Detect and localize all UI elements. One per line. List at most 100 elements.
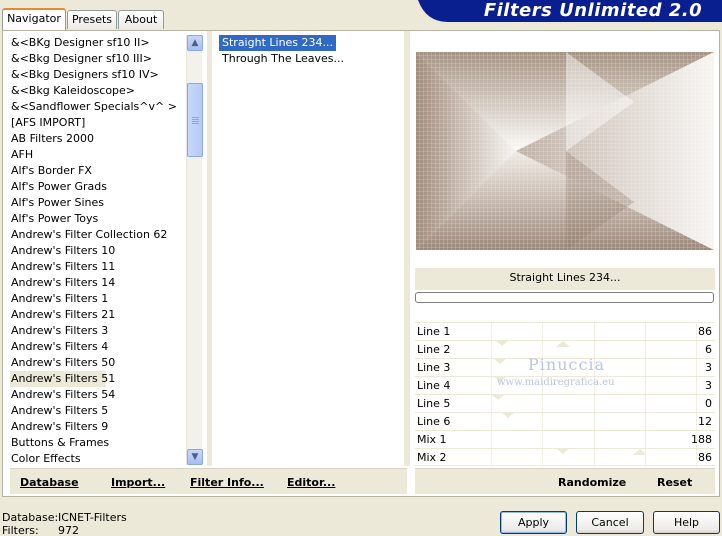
database-button[interactable]: Database	[20, 476, 79, 489]
param-value[interactable]: 188	[691, 433, 712, 446]
category-item[interactable]: Andrew's Filter Collection 62	[10, 227, 182, 243]
category-scrollbar[interactable]: ▲ ▼	[186, 35, 203, 465]
param-value[interactable]: 3	[705, 379, 712, 392]
slider-thumb[interactable]	[501, 412, 515, 418]
category-item[interactable]: Andrew's Filters 14	[10, 275, 182, 291]
slider-tick	[645, 449, 646, 467]
slider-tick	[594, 395, 595, 413]
param-row: Line 6 12	[415, 412, 715, 431]
cancel-button[interactable]: Cancel	[576, 511, 644, 534]
param-value[interactable]: 6	[705, 343, 712, 356]
param-slider[interactable]	[491, 323, 697, 347]
preview-actions-bar: Randomize Reset	[415, 468, 715, 494]
filter-list[interactable]: Straight Lines 234... Through The Leaves.…	[219, 35, 399, 67]
database-value: ICNET-Filters	[58, 511, 127, 524]
scroll-up-arrow-icon[interactable]: ▲	[187, 35, 203, 51]
param-value[interactable]: 0	[705, 397, 712, 410]
slider-tick	[542, 449, 543, 467]
editor-button[interactable]: Editor...	[287, 476, 335, 489]
current-filter-name: Straight Lines 234...	[509, 271, 621, 284]
category-item[interactable]: Andrew's Filters 9	[10, 419, 182, 435]
category-item[interactable]: &<Bkg Designer sf10 III>	[10, 51, 182, 67]
filter-row: Through The Leaves...	[219, 51, 399, 67]
tab-about[interactable]: About	[118, 10, 164, 29]
slider-tick	[491, 413, 492, 431]
scroll-down-arrow-icon[interactable]: ▼	[187, 449, 203, 465]
param-value[interactable]: 86	[698, 325, 712, 338]
param-label: Line 5	[417, 397, 451, 410]
param-slider[interactable]	[491, 412, 697, 431]
slider-thumb[interactable]	[556, 448, 570, 454]
param-label: Line 3	[417, 361, 451, 374]
slider-tick	[542, 395, 543, 413]
param-label: Mix 1	[417, 433, 447, 446]
slider-tick	[542, 323, 543, 341]
slider-thumb[interactable]	[491, 394, 505, 400]
slider-tick	[645, 395, 646, 413]
category-item[interactable]: Andrew's Filters 54	[10, 387, 182, 403]
param-row: Line 5 0	[415, 394, 715, 413]
slider-tick	[645, 341, 646, 359]
category-item[interactable]: &<Bkg Kaleidoscope>	[10, 83, 182, 99]
category-item[interactable]: [AFS IMPORT]	[10, 115, 182, 131]
category-item[interactable]: Andrew's Filters 3	[10, 323, 182, 339]
slider-tick	[645, 377, 646, 395]
slider-tick	[645, 323, 646, 341]
category-item[interactable]: Andrew's Filters 5	[10, 403, 182, 419]
slider-tick	[696, 395, 697, 413]
title-banner: Filters Unlimited 2.0	[418, 0, 722, 22]
param-value[interactable]: 3	[705, 361, 712, 374]
parameter-sliders: Line 1 86 Line 2 6 Line 3 3 Line 4 3 Line 5 0 Line…	[415, 322, 715, 467]
param-slider[interactable]	[491, 448, 697, 467]
tab-navigator[interactable]: Navigator	[2, 8, 66, 30]
param-slider[interactable]	[491, 394, 697, 413]
category-item[interactable]: Andrew's Filters 4	[10, 339, 182, 355]
param-slider[interactable]	[491, 431, 697, 455]
param-label: Line 2	[417, 343, 451, 356]
slider-tick	[491, 359, 492, 377]
param-value[interactable]: 86	[698, 451, 712, 464]
category-item[interactable]: Alf's Power Sines	[10, 195, 182, 211]
category-item[interactable]: Andrew's Filters 1	[10, 291, 182, 307]
grip-icon	[192, 117, 199, 124]
filter-info-button[interactable]: Filter Info...	[190, 476, 264, 489]
category-item[interactable]: Andrew's Filters 50	[10, 355, 182, 371]
category-item[interactable]: Andrew's Filters 51	[10, 371, 115, 387]
slider-tick	[594, 431, 595, 449]
category-item[interactable]: Alf's Border FX	[10, 163, 182, 179]
reset-button[interactable]: Reset	[657, 476, 692, 489]
category-item[interactable]: AB Filters 2000	[10, 131, 182, 147]
category-item[interactable]: Buttons & Frames	[10, 435, 182, 451]
category-item[interactable]: AFH	[10, 147, 182, 163]
category-item[interactable]: &<Sandflower Specials^v^ >	[10, 99, 182, 115]
randomize-button[interactable]: Randomize	[558, 476, 626, 489]
filters-label: Filters:	[2, 524, 39, 536]
param-label: Line 1	[417, 325, 451, 338]
category-item[interactable]: Alf's Power Toys	[10, 211, 182, 227]
category-item[interactable]: Andrew's Filters 11	[10, 259, 182, 275]
slider-thumb[interactable]	[495, 340, 509, 346]
param-value[interactable]: 12	[698, 415, 712, 428]
category-item[interactable]: Andrew's Filters 21	[10, 307, 182, 323]
category-item[interactable]: Color Effects	[10, 451, 182, 465]
slider-tick	[542, 413, 543, 431]
category-list[interactable]: &<BKg Designer sf10 II> &<Bkg Designer sf…	[10, 35, 182, 465]
slider-tick	[696, 323, 697, 341]
param-row: Mix 1 188	[415, 430, 715, 455]
scroll-thumb[interactable]	[187, 83, 203, 157]
category-item[interactable]: Andrew's Filters 10	[10, 243, 182, 259]
filter-item[interactable]: Through The Leaves...	[219, 51, 347, 67]
slider-tick	[594, 323, 595, 341]
category-item[interactable]: &<BKg Designer sf10 II>	[10, 35, 182, 51]
import-button[interactable]: Import...	[111, 476, 165, 489]
slider-tick	[645, 359, 646, 377]
category-item[interactable]: &<Bkg Designers sf10 IV>	[10, 67, 182, 83]
slider-thumb[interactable]	[493, 358, 507, 364]
apply-button[interactable]: Apply	[500, 511, 567, 534]
splitter-left[interactable]	[207, 31, 212, 466]
filter-item[interactable]: Straight Lines 234...	[219, 35, 337, 51]
slider-tick	[491, 431, 492, 449]
category-item[interactable]: Alf's Power Grads	[10, 179, 182, 195]
tab-presets[interactable]: Presets	[67, 10, 117, 29]
help-button[interactable]: Help	[653, 511, 720, 534]
